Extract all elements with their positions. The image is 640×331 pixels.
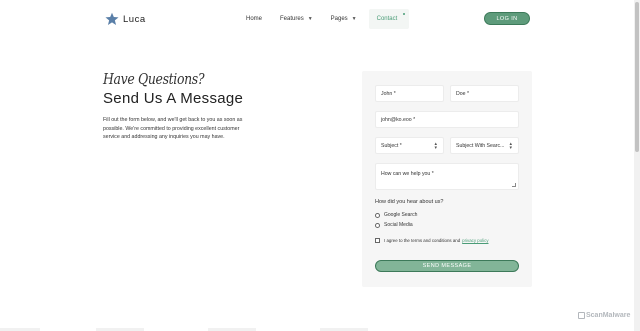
active-dot-icon — [403, 13, 406, 15]
message-placeholder: How can we help you * — [381, 171, 434, 177]
main-nav: Home Features ▼ Pages ▼ Contact — [240, 9, 410, 29]
radio-button[interactable] — [375, 212, 380, 218]
resize-handle-icon[interactable] — [512, 183, 516, 187]
intro-text: Fill out the form below, and we'll get b… — [103, 117, 243, 140]
first-name-placeholder: John * — [381, 90, 396, 97]
radio-google-search[interactable]: Google Search — [375, 212, 417, 218]
subject-select-value: Subject * — [381, 142, 402, 149]
page-title: Send Us A Message — [103, 90, 244, 107]
select-arrows-icon: ▴ ▾ — [434, 140, 437, 151]
email-field[interactable]: john@ko.eoo * — [375, 111, 519, 128]
send-message-button[interactable]: SEND MESSAGE — [375, 260, 519, 272]
star-logo-icon — [105, 12, 119, 25]
nav-home[interactable]: Home — [240, 9, 268, 29]
radio-social-media[interactable]: Social Media — [375, 222, 413, 228]
referral-question: How did you hear about us? — [375, 199, 444, 205]
nav-pages-label: Pages — [330, 16, 348, 22]
chevron-down-icon: ▼ — [351, 16, 357, 22]
agree-checkbox[interactable] — [375, 238, 380, 243]
nav-features[interactable]: Features ▼ — [274, 9, 319, 29]
agree-text: I agree to the terms and conditions and — [384, 238, 461, 243]
nav-contact[interactable]: Contact — [368, 9, 410, 29]
nav-pages[interactable]: Pages ▼ — [325, 9, 363, 29]
last-name-field[interactable]: Doe * — [450, 85, 519, 102]
watermark-text: ScanMalware — [586, 312, 631, 319]
radio-label: Social Media — [384, 222, 413, 228]
top-navbar: Luca Home Features ▼ Pages ▼ Contact LOG… — [0, 0, 634, 38]
message-textarea[interactable]: How can we help you * — [375, 163, 519, 190]
privacy-policy-link[interactable]: privacy policy — [462, 238, 488, 243]
nav-home-label: Home — [246, 16, 263, 22]
subject-search-select[interactable]: Subject With Searc... ▴ ▾ — [450, 137, 519, 154]
scanmalware-logo-icon — [578, 312, 585, 319]
logo[interactable]: Luca — [105, 12, 146, 26]
watermark: ScanMalware — [578, 312, 630, 319]
page-scrollbar[interactable] — [634, 0, 640, 331]
chevron-down-icon: ▼ — [307, 16, 313, 22]
subject-search-select-value: Subject With Searc... — [456, 142, 505, 149]
section-kicker: Have Questions? — [103, 72, 205, 88]
scrollbar-thumb[interactable] — [635, 2, 639, 152]
select-arrows-icon: ▴ ▾ — [509, 140, 512, 151]
nav-contact-label: Contact — [376, 16, 398, 22]
radio-label: Google Search — [384, 212, 418, 218]
email-placeholder: john@ko.eoo * — [381, 116, 416, 123]
subject-select[interactable]: Subject * ▴ ▾ — [375, 137, 444, 154]
logo-text: Luca — [123, 13, 146, 25]
radio-button[interactable] — [375, 222, 380, 228]
agree-terms-row[interactable]: I agree to the terms and conditions and … — [375, 238, 489, 243]
first-name-field[interactable]: John * — [375, 85, 444, 102]
login-button[interactable]: LOG IN — [484, 12, 530, 25]
nav-features-label: Features — [280, 16, 304, 22]
last-name-placeholder: Doe * — [456, 90, 469, 97]
